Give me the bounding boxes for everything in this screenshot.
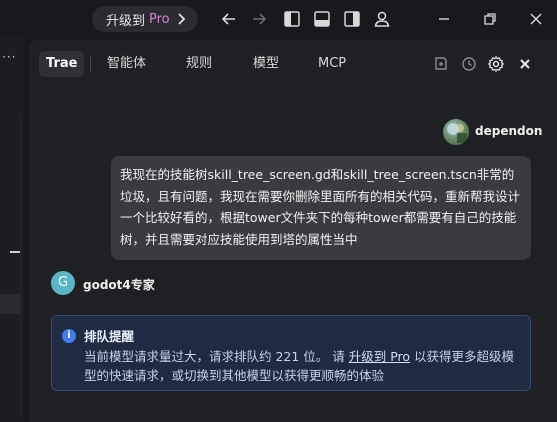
notice-title: 排队提醒	[84, 329, 135, 344]
restore-icon[interactable]	[480, 9, 500, 29]
user-message: 我现在的技能树skill_tree_screen.gd和skill_tree_s…	[111, 156, 531, 260]
notice-body: 当前模型请求量过大，请求排队约 221 位。 请 升级到 Pro 以获得更多超级…	[84, 347, 524, 385]
editor-side-strip: ···	[0, 38, 24, 422]
tab-models[interactable]: 模型	[253, 51, 279, 77]
layout-left-icon[interactable]	[282, 9, 302, 29]
chat-panel: Trae 智能体 规则 模型 MCP dependon 我现在的技能树skill…	[29, 40, 557, 422]
close-window-icon[interactable]	[526, 9, 546, 29]
upgrade-label: 升级到	[106, 13, 146, 29]
close-icon[interactable]	[516, 55, 534, 73]
more-icon[interactable]: ···	[2, 50, 16, 64]
selected-row[interactable]	[0, 294, 20, 314]
layout-right-icon[interactable]	[342, 9, 362, 29]
pro-label: Pro	[149, 11, 170, 27]
assistant-avatar: G	[51, 271, 75, 295]
title-bar: 升级到 Pro	[0, 0, 557, 38]
tab-agents[interactable]: 智能体	[107, 51, 146, 77]
chevron-right-icon	[178, 13, 186, 25]
user-name: dependon	[475, 124, 543, 138]
upgrade-pro-link[interactable]: 升级到 Pro	[349, 349, 410, 364]
forward-arrow-icon[interactable]	[249, 9, 269, 29]
tab-trae[interactable]: Trae	[39, 51, 85, 77]
back-arrow-icon[interactable]	[219, 9, 239, 29]
assistant-name: godot4专家	[83, 278, 155, 292]
info-icon: i	[62, 329, 76, 343]
history-icon[interactable]	[460, 55, 478, 73]
avatar	[443, 119, 469, 145]
settings-icon[interactable]	[487, 55, 505, 73]
new-chat-icon[interactable]	[432, 55, 450, 73]
tab-bar: Trae 智能体 规则 模型 MCP	[29, 40, 557, 88]
notice-text-before: 当前模型请求量过大，请求排队约 221 位。 请	[84, 349, 349, 364]
upgrade-to-pro-button[interactable]: 升级到 Pro	[92, 6, 198, 32]
user-avatar-image	[447, 123, 467, 143]
tab-rules[interactable]: 规则	[186, 51, 212, 77]
tab-mcp[interactable]: MCP	[318, 51, 346, 77]
layout-bottom-icon[interactable]	[312, 9, 332, 29]
tab-divider	[90, 56, 91, 72]
divider	[20, 116, 21, 416]
account-icon[interactable]	[372, 9, 392, 29]
queue-notice: i 排队提醒 当前模型请求量过大，请求排队约 221 位。 请 升级到 Pro …	[51, 315, 531, 391]
minimize-icon[interactable]	[434, 9, 454, 29]
collapse-icon[interactable]	[10, 251, 20, 253]
